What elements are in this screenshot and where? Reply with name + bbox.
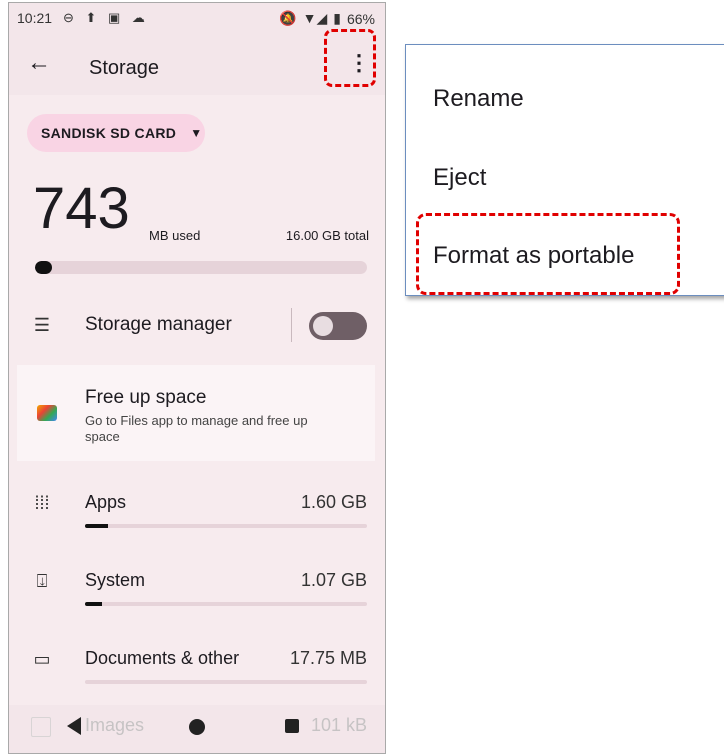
storage-content: SANDISK SD CARD ▼ 743 MB used 16.00 GB t… bbox=[9, 95, 385, 707]
category-label: Apps bbox=[85, 492, 127, 512]
category-usage-bar bbox=[85, 680, 367, 684]
category-size: 1.07 GB bbox=[300, 570, 367, 590]
storage-usage-bar bbox=[35, 261, 367, 274]
category-size: 1.60 GB bbox=[300, 492, 367, 512]
battery-level: 66% bbox=[346, 10, 375, 27]
system-update-icon: ⍗ bbox=[36, 571, 48, 591]
menu-item-eject[interactable]: Eject bbox=[433, 164, 486, 192]
storage-manager-label: Storage manager bbox=[85, 314, 232, 335]
navigation-bar: Images 101 kB bbox=[9, 705, 385, 753]
status-bar: 10:21 ⊖ ⬆ ▣ ☁ 🔕 ▼◢ ▮ 66% bbox=[9, 3, 385, 31]
total-capacity: 16.00 GB total bbox=[285, 228, 369, 243]
storage-manager-icon: ☰ bbox=[33, 315, 51, 335]
category-usage-bar bbox=[85, 602, 367, 606]
toggle-knob bbox=[313, 316, 333, 336]
used-unit: MB used bbox=[149, 228, 201, 243]
category-label: System bbox=[85, 570, 146, 590]
status-right: 🔕 ▼◢ ▮ 66% bbox=[279, 10, 375, 27]
storage-manager-toggle[interactable] bbox=[309, 312, 367, 340]
folder-icon: ▭ bbox=[33, 649, 51, 669]
signal-icon: ▼◢ bbox=[302, 10, 328, 26]
files-app-icon bbox=[37, 405, 57, 421]
nav-back-icon[interactable] bbox=[67, 717, 81, 735]
device-chip-label: SANDISK SD CARD bbox=[41, 125, 177, 141]
free-up-subtitle: Go to Files app to manage and free up sp… bbox=[85, 413, 308, 444]
images-label: Images bbox=[85, 715, 145, 735]
category-size: 17.75 MB bbox=[289, 648, 367, 668]
caret-down-icon: ▼ bbox=[190, 126, 203, 140]
format-option-highlight bbox=[416, 213, 680, 295]
battery-icon: ▮ bbox=[333, 10, 341, 26]
category-usage-fill bbox=[85, 524, 108, 528]
category-label: Documents & other bbox=[85, 648, 240, 668]
category-usage-bar bbox=[85, 524, 367, 528]
mute-icon: 🔕 bbox=[279, 10, 297, 26]
used-value: 743 bbox=[33, 176, 130, 241]
phone-screen: 10:21 ⊖ ⬆ ▣ ☁ 🔕 ▼◢ ▮ 66% ← Storage ⋮ SAN… bbox=[8, 2, 386, 754]
apps-grid-icon: ⁞⁞⁞ bbox=[34, 493, 50, 513]
category-usage-fill bbox=[85, 602, 102, 606]
menu-item-rename[interactable]: Rename bbox=[433, 85, 524, 113]
images-icon bbox=[31, 717, 51, 737]
more-options-highlight bbox=[324, 29, 376, 87]
status-time: 10:21 bbox=[17, 10, 53, 26]
nav-recents-icon[interactable] bbox=[285, 719, 299, 733]
notification-icons: ⊖ ⬆ ▣ ☁ bbox=[63, 10, 149, 25]
back-arrow-icon[interactable]: ← bbox=[23, 47, 55, 79]
storage-usage-fill bbox=[35, 261, 52, 274]
device-selector-chip[interactable]: SANDISK SD CARD ▼ bbox=[27, 114, 205, 152]
free-up-title: Free up space bbox=[85, 387, 207, 408]
divider bbox=[291, 308, 292, 342]
images-size: 101 kB bbox=[310, 715, 367, 735]
free-up-space-card[interactable]: Free up space Go to Files app to manage … bbox=[17, 365, 375, 461]
nav-home-icon[interactable] bbox=[189, 719, 205, 735]
page-title: Storage bbox=[89, 57, 160, 79]
